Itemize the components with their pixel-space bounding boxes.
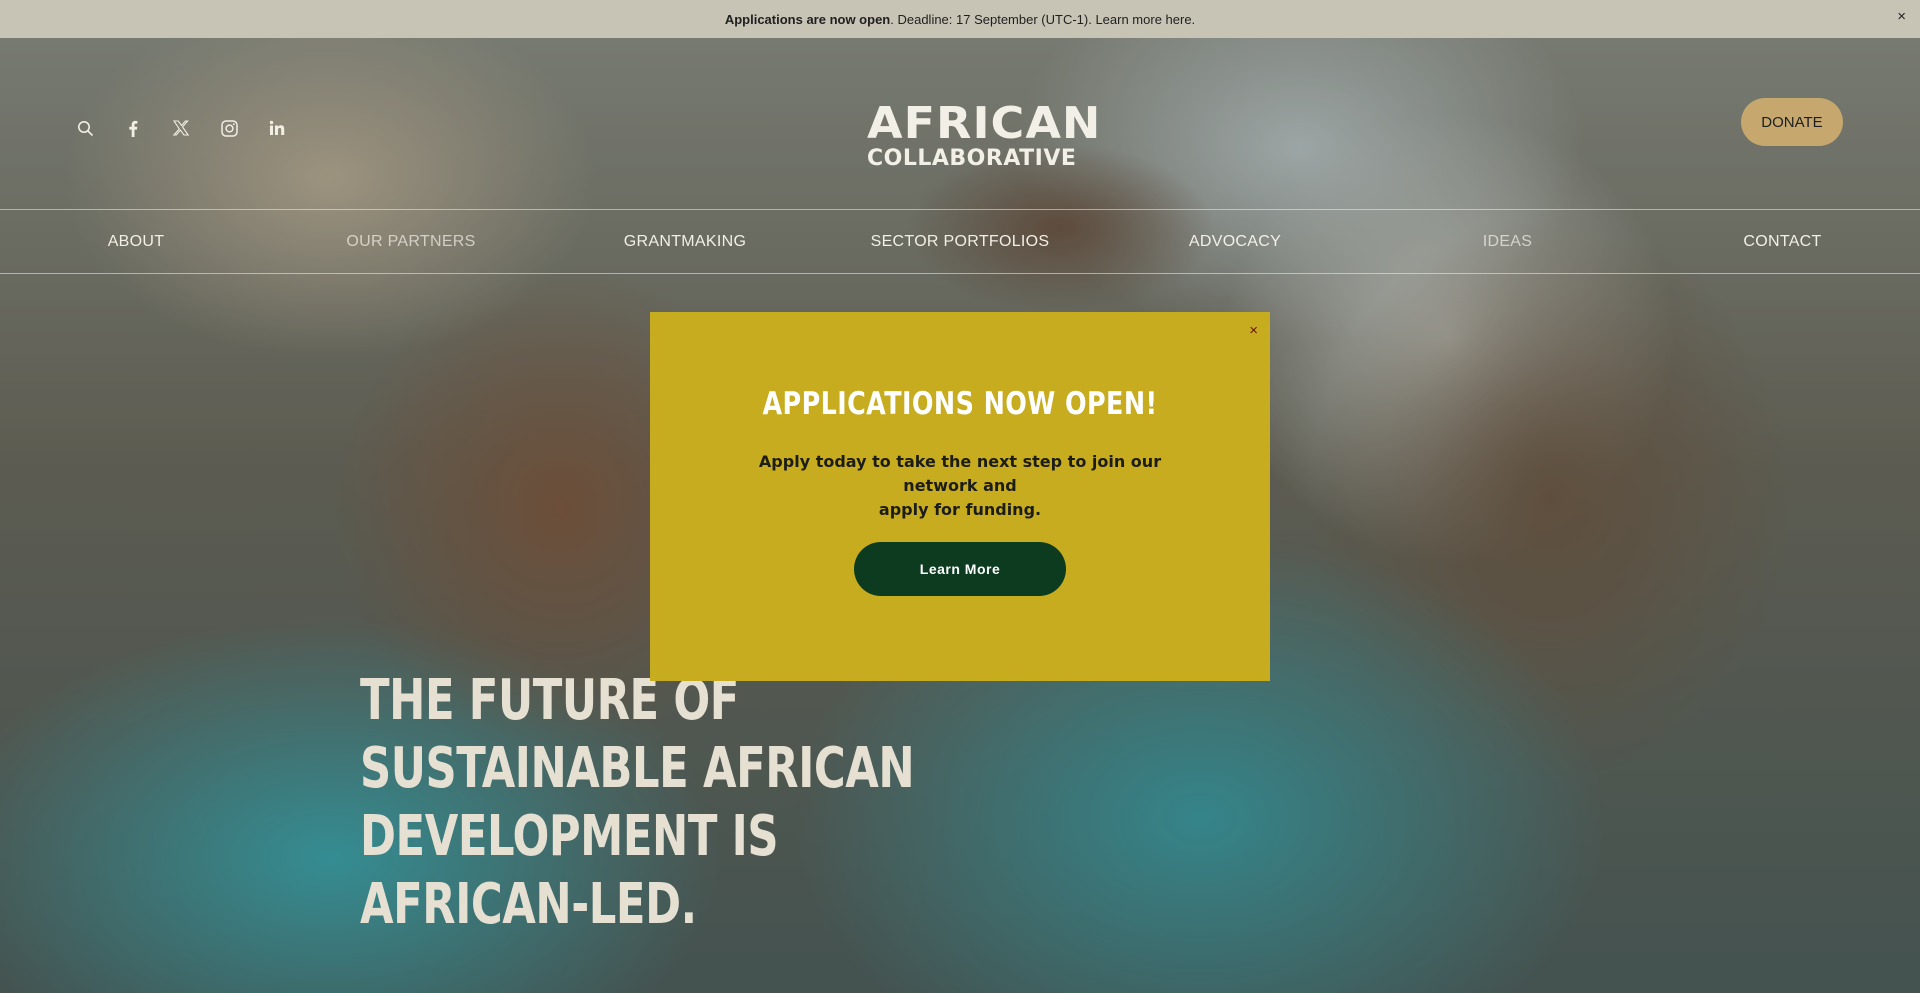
logo-line-2: COLLABORATIVE — [867, 146, 1077, 171]
announcement-text[interactable]: Applications are now open. Deadline: 17 … — [725, 12, 1195, 27]
modal-body-line-1: Apply today to take the next step to joi… — [758, 452, 1162, 495]
announcement-close-icon[interactable]: × — [1897, 8, 1906, 25]
learn-more-button[interactable]: Learn More — [854, 542, 1066, 596]
hero-heading: THE FUTURE OF SUSTAINABLE AFRICAN DEVELO… — [360, 667, 1014, 939]
modal-body-line-2: apply for funding. — [878, 500, 1042, 519]
announcement-rest: . Deadline: 17 September (UTC-1). Learn … — [890, 11, 1196, 27]
modal-title: APPLICATIONS NOW OPEN! — [762, 386, 1158, 422]
nav-item-our-partners[interactable]: OUR PARTNERS — [341, 210, 481, 273]
site-header: AFRICAN COLLABORATIVE DONATE — [0, 38, 1920, 210]
hero-heading-line-1: THE FUTURE OF SUSTAINABLE AFRICAN — [360, 668, 915, 801]
nav-item-about[interactable]: ABOUT — [96, 210, 176, 273]
site-logo[interactable]: AFRICAN COLLABORATIVE — [867, 97, 1102, 171]
applications-modal: × APPLICATIONS NOW OPEN! Apply today to … — [650, 312, 1270, 681]
modal-body: Apply today to take the next step to joi… — [720, 450, 1200, 522]
nav-item-contact[interactable]: CONTACT — [1735, 210, 1830, 273]
nav-item-advocacy[interactable]: ADVOCACY — [1180, 210, 1290, 273]
nav-item-ideas[interactable]: IDEAS — [1470, 210, 1545, 273]
x-icon[interactable] — [170, 117, 192, 139]
search-icon[interactable] — [74, 117, 96, 139]
modal-close-icon[interactable]: × — [1249, 322, 1258, 339]
nav-item-sector-portfolios[interactable]: SECTOR PORTFOLIOS — [870, 210, 1050, 273]
header-icon-row — [74, 117, 288, 139]
donate-button[interactable]: DONATE — [1741, 98, 1843, 146]
main-nav: ABOUT OUR PARTNERS GRANTMAKING SECTOR PO… — [0, 209, 1920, 274]
announcement-bold: Applications are now open — [724, 11, 891, 27]
linkedin-icon[interactable] — [266, 117, 288, 139]
facebook-icon[interactable] — [122, 117, 144, 139]
announcement-bar[interactable]: Applications are now open. Deadline: 17 … — [0, 0, 1920, 38]
logo-line-1: AFRICAN — [867, 97, 1102, 149]
nav-item-grantmaking[interactable]: GRANTMAKING — [620, 210, 750, 273]
instagram-icon[interactable] — [218, 117, 240, 139]
hero-heading-line-2: DEVELOPMENT IS AFRICAN-LED. — [360, 804, 779, 937]
